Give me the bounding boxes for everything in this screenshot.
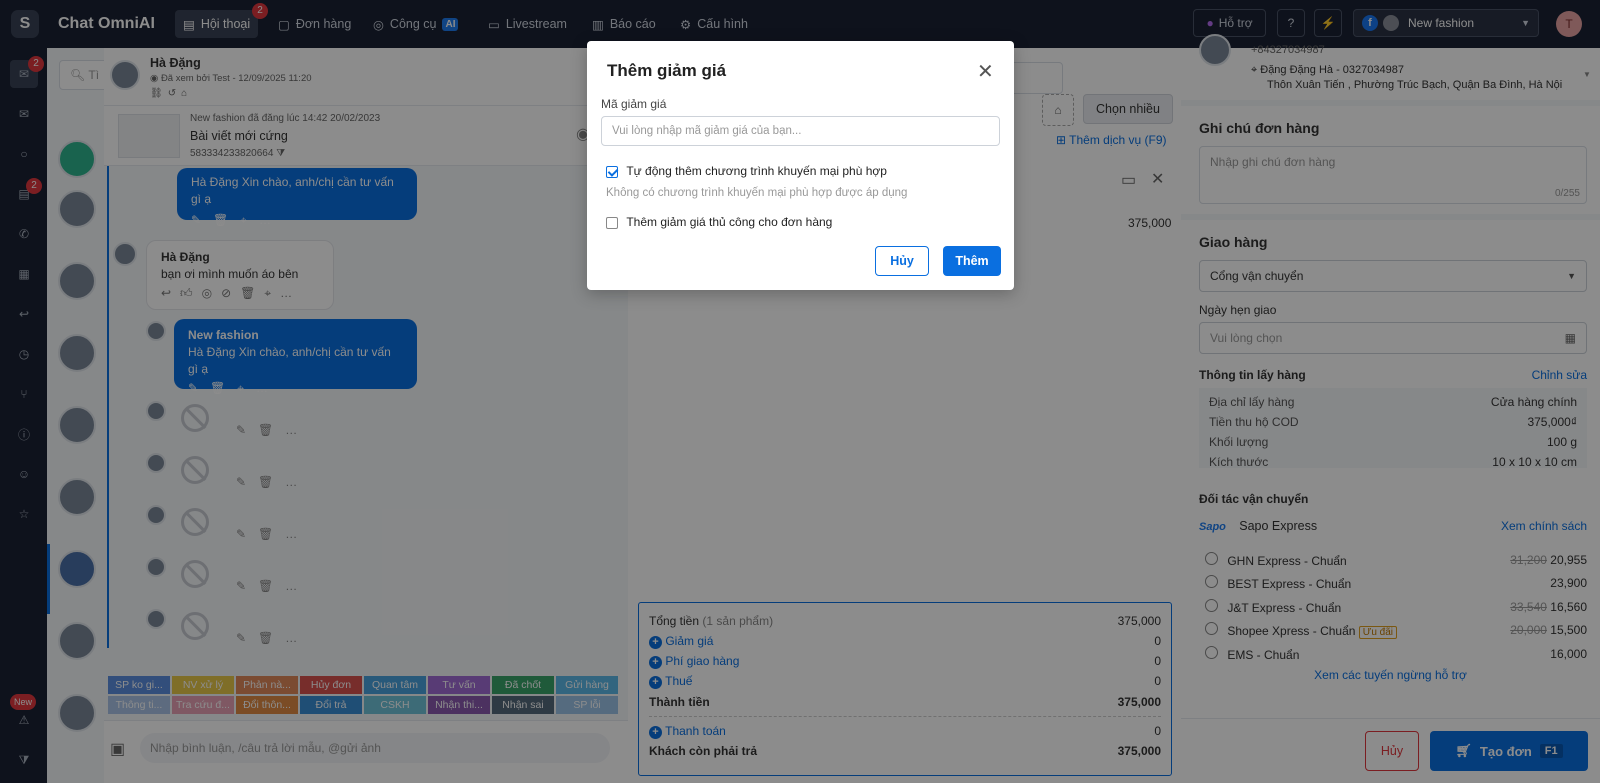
auto-discount-checkbox[interactable]: Tự động thêm chương trình khuyến mại phù… [606, 164, 887, 178]
code-label: Mã giảm giá [601, 97, 667, 111]
close-icon[interactable]: ✕ [977, 59, 994, 84]
manual-discount-checkbox[interactable]: Thêm giảm giá thủ công cho đơn hàng [606, 215, 832, 229]
discount-code-input[interactable]: Vui lòng nhập mã giảm giá của bạn... [601, 116, 1000, 146]
modal-add-button[interactable]: Thêm [943, 246, 1001, 276]
checkbox-checked[interactable] [606, 165, 618, 178]
modal-title: Thêm giảm giá [607, 61, 727, 80]
modal-cancel-button[interactable]: Hủy [875, 246, 929, 276]
add-discount-modal: Thêm giảm giá ✕ Mã giảm giá Vui lòng nhậ… [587, 41, 1014, 290]
checkbox-unchecked[interactable] [606, 216, 618, 229]
auto-discount-note: Không có chương trình khuyến mại phù hợp… [606, 187, 908, 199]
